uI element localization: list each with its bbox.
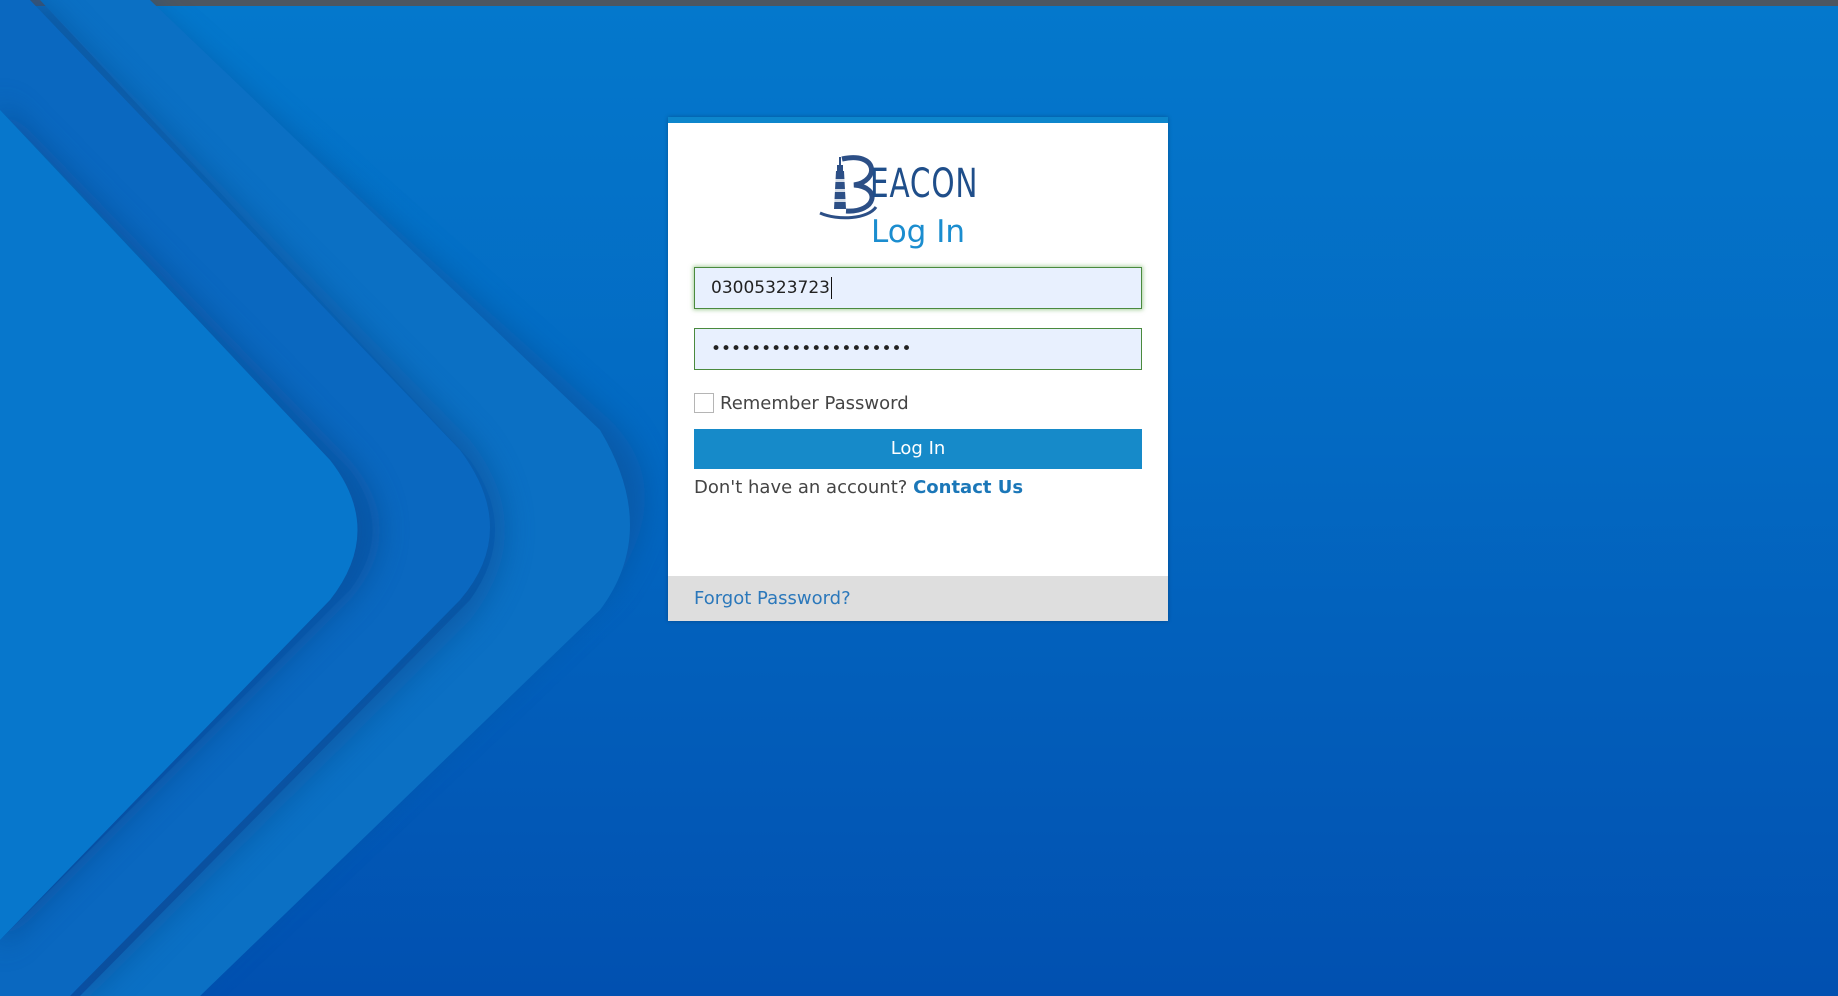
login-title: Log In bbox=[870, 214, 965, 250]
forgot-password-link[interactable]: Forgot Password? bbox=[694, 588, 851, 609]
signup-prompt: Don't have an account? Contact Us bbox=[694, 477, 1023, 498]
contact-us-link[interactable]: Contact Us bbox=[913, 477, 1023, 498]
remember-password-label[interactable]: Remember Password bbox=[720, 393, 909, 414]
beacon-logo: EACON bbox=[818, 151, 998, 221]
logo-wordmark: EACON bbox=[870, 161, 979, 207]
login-page: EACON Log In 03005323723 •••••••••••••••… bbox=[0, 0, 1838, 996]
login-card: EACON Log In 03005323723 •••••••••••••••… bbox=[668, 117, 1168, 621]
no-account-text: Don't have an account? bbox=[694, 477, 908, 498]
remember-password-checkbox[interactable] bbox=[694, 393, 714, 413]
beacon-lighthouse-logo-icon bbox=[819, 155, 878, 220]
text-caret bbox=[830, 277, 832, 299]
login-card-footer: Forgot Password? bbox=[668, 576, 1168, 621]
username-value: 03005323723 bbox=[711, 278, 830, 298]
password-input[interactable]: •••••••••••••••••••• bbox=[694, 328, 1142, 370]
username-input[interactable]: 03005323723 bbox=[694, 267, 1142, 309]
password-masked-value: •••••••••••••••••••• bbox=[711, 339, 912, 359]
remember-password-row: Remember Password bbox=[694, 391, 909, 415]
login-button[interactable]: Log In bbox=[694, 429, 1142, 469]
